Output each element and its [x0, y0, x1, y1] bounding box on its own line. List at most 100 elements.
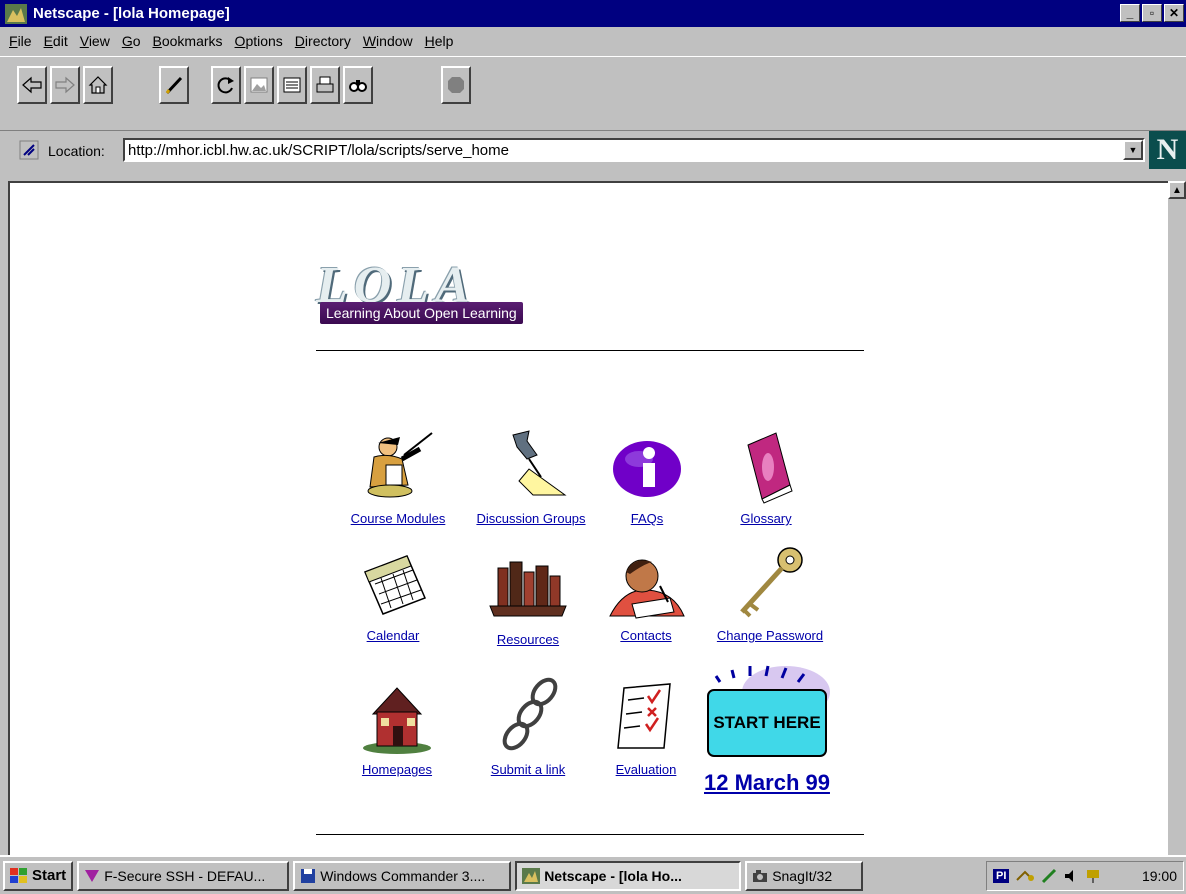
bookmark-quickfile-icon[interactable] [18, 139, 40, 161]
link-label[interactable]: FAQs [631, 511, 664, 526]
forward-button[interactable] [50, 66, 80, 104]
link-homepages[interactable]: Homepages [322, 676, 472, 777]
calendar-icon [364, 555, 426, 615]
pushpin-icon [512, 430, 567, 496]
info-icon [613, 441, 681, 497]
start-here-button[interactable]: START HERE [706, 662, 832, 760]
edit-button[interactable] [159, 66, 189, 104]
chain-icon [502, 677, 558, 751]
link-calendar[interactable]: Calendar [318, 542, 468, 643]
teacher-icon [367, 432, 433, 498]
lola-logo: LOLA Learning About Open Learning [314, 256, 554, 326]
netscape-task-icon [522, 867, 541, 884]
home-button[interactable] [83, 66, 113, 104]
tray-pencil-icon[interactable] [1041, 868, 1057, 884]
home-icon [88, 76, 108, 94]
person-writing-icon [609, 559, 685, 619]
start-button[interactable]: Start [3, 860, 74, 891]
menu-bookmarks[interactable]: Bookmarks [147, 33, 229, 49]
link-label[interactable]: Change Password [717, 628, 823, 643]
link-change-password[interactable]: Change Password [695, 542, 845, 643]
snagit-icon [753, 869, 768, 882]
windows-logo-icon [10, 867, 27, 883]
location-label: Location: [48, 143, 105, 159]
link-label[interactable]: Calendar [367, 628, 420, 643]
images-button[interactable] [244, 66, 274, 104]
open-button[interactable] [277, 66, 307, 104]
divider-bottom [316, 834, 864, 835]
images-icon [250, 77, 268, 93]
checklist-icon [617, 683, 671, 749]
menu-options[interactable]: Options [229, 33, 289, 49]
scroll-up-button[interactable]: ▲ [1168, 181, 1186, 199]
task-label: Netscape - [lola Ho... [544, 867, 682, 884]
maximize-button[interactable]: ▫ [1142, 4, 1162, 22]
stop-icon [448, 77, 464, 93]
books-icon [489, 561, 567, 617]
link-evaluation[interactable]: Evaluation [571, 676, 721, 777]
location-dropdown-arrow[interactable]: ▼ [1123, 140, 1143, 160]
menu-go[interactable]: Go [116, 33, 147, 49]
stop-button[interactable] [441, 66, 471, 104]
start-label: Start [32, 867, 67, 884]
tray-clock: 19:00 [1141, 868, 1177, 884]
task-netscape[interactable]: Netscape - [lola Ho... [515, 860, 742, 891]
book-icon [747, 432, 793, 504]
toolbar [0, 56, 1186, 130]
minimize-button[interactable]: _ [1120, 4, 1140, 22]
find-icon [349, 80, 367, 92]
link-label[interactable]: Discussion Groups [476, 511, 585, 526]
vertical-scrollbar[interactable]: ▲ [1168, 181, 1186, 855]
link-label[interactable]: Resources [497, 632, 559, 647]
tray-pl-icon[interactable]: PI [993, 869, 1010, 883]
task-label: SnagIt/32 [772, 867, 833, 884]
netscape-logo[interactable]: N [1149, 131, 1186, 169]
link-label[interactable]: Homepages [362, 762, 432, 777]
tray-speaker-icon[interactable] [1063, 868, 1079, 884]
task-fsecure-ssh[interactable]: F-Secure SSH - DEFAU... [77, 860, 290, 891]
link-label[interactable]: Evaluation [616, 762, 677, 777]
menu-directory[interactable]: Directory [289, 33, 357, 49]
taskbar: Start F-Secure SSH - DEFAU... Windows Co… [0, 855, 1186, 894]
menu-edit[interactable]: Edit [38, 33, 74, 49]
netscape-app-icon [5, 3, 27, 24]
link-label[interactable]: Submit a link [491, 762, 565, 777]
start-here-sign-icon: START HERE [707, 665, 830, 757]
reload-icon [217, 77, 234, 94]
forward-icon [55, 76, 75, 94]
key-icon [740, 547, 803, 618]
find-button[interactable] [343, 66, 373, 104]
print-button[interactable] [310, 66, 340, 104]
link-label[interactable]: Contacts [620, 628, 671, 643]
tray-tools-icon[interactable] [1015, 868, 1035, 884]
location-url-input[interactable]: http://mhor.icbl.hw.ac.uk/SCRIPT/lola/sc… [123, 138, 1145, 162]
task-windows-commander[interactable]: Windows Commander 3.... [293, 860, 512, 891]
task-snagit[interactable]: SnagIt/32 [745, 860, 864, 891]
window-title: Netscape - [lola Homepage] [33, 5, 230, 22]
link-course-modules[interactable]: Course Modules [323, 425, 473, 526]
print-icon [316, 76, 334, 93]
task-label: Windows Commander 3.... [320, 867, 486, 884]
back-icon [22, 76, 42, 94]
close-button[interactable]: ✕ [1164, 4, 1184, 22]
menu-bar: File Edit View Go Bookmarks Options Dire… [0, 27, 1186, 54]
location-bar: Location: http://mhor.icbl.hw.ac.uk/SCRI… [0, 130, 1186, 170]
link-label[interactable]: Course Modules [351, 511, 446, 526]
logo-tagline: Learning About Open Learning [320, 302, 523, 324]
task-label: F-Secure SSH - DEFAU... [104, 867, 266, 884]
menu-help[interactable]: Help [419, 33, 460, 49]
start-here-text: START HERE [713, 713, 820, 732]
tray-network-icon[interactable] [1085, 868, 1101, 884]
reload-button[interactable] [211, 66, 241, 104]
menu-file[interactable]: File [3, 33, 38, 49]
menu-window[interactable]: Window [357, 33, 419, 49]
menu-view[interactable]: View [74, 33, 116, 49]
title-bar: Netscape - [lola Homepage] _ ▫ ✕ [0, 0, 1186, 27]
system-tray: PI 19:00 [986, 861, 1184, 891]
back-button[interactable] [17, 66, 47, 104]
open-icon [283, 77, 301, 93]
link-label[interactable]: Glossary [740, 511, 791, 526]
date-link[interactable]: 12 March 99 [704, 770, 830, 796]
link-glossary[interactable]: Glossary [691, 425, 841, 526]
fsecure-icon [85, 869, 100, 882]
